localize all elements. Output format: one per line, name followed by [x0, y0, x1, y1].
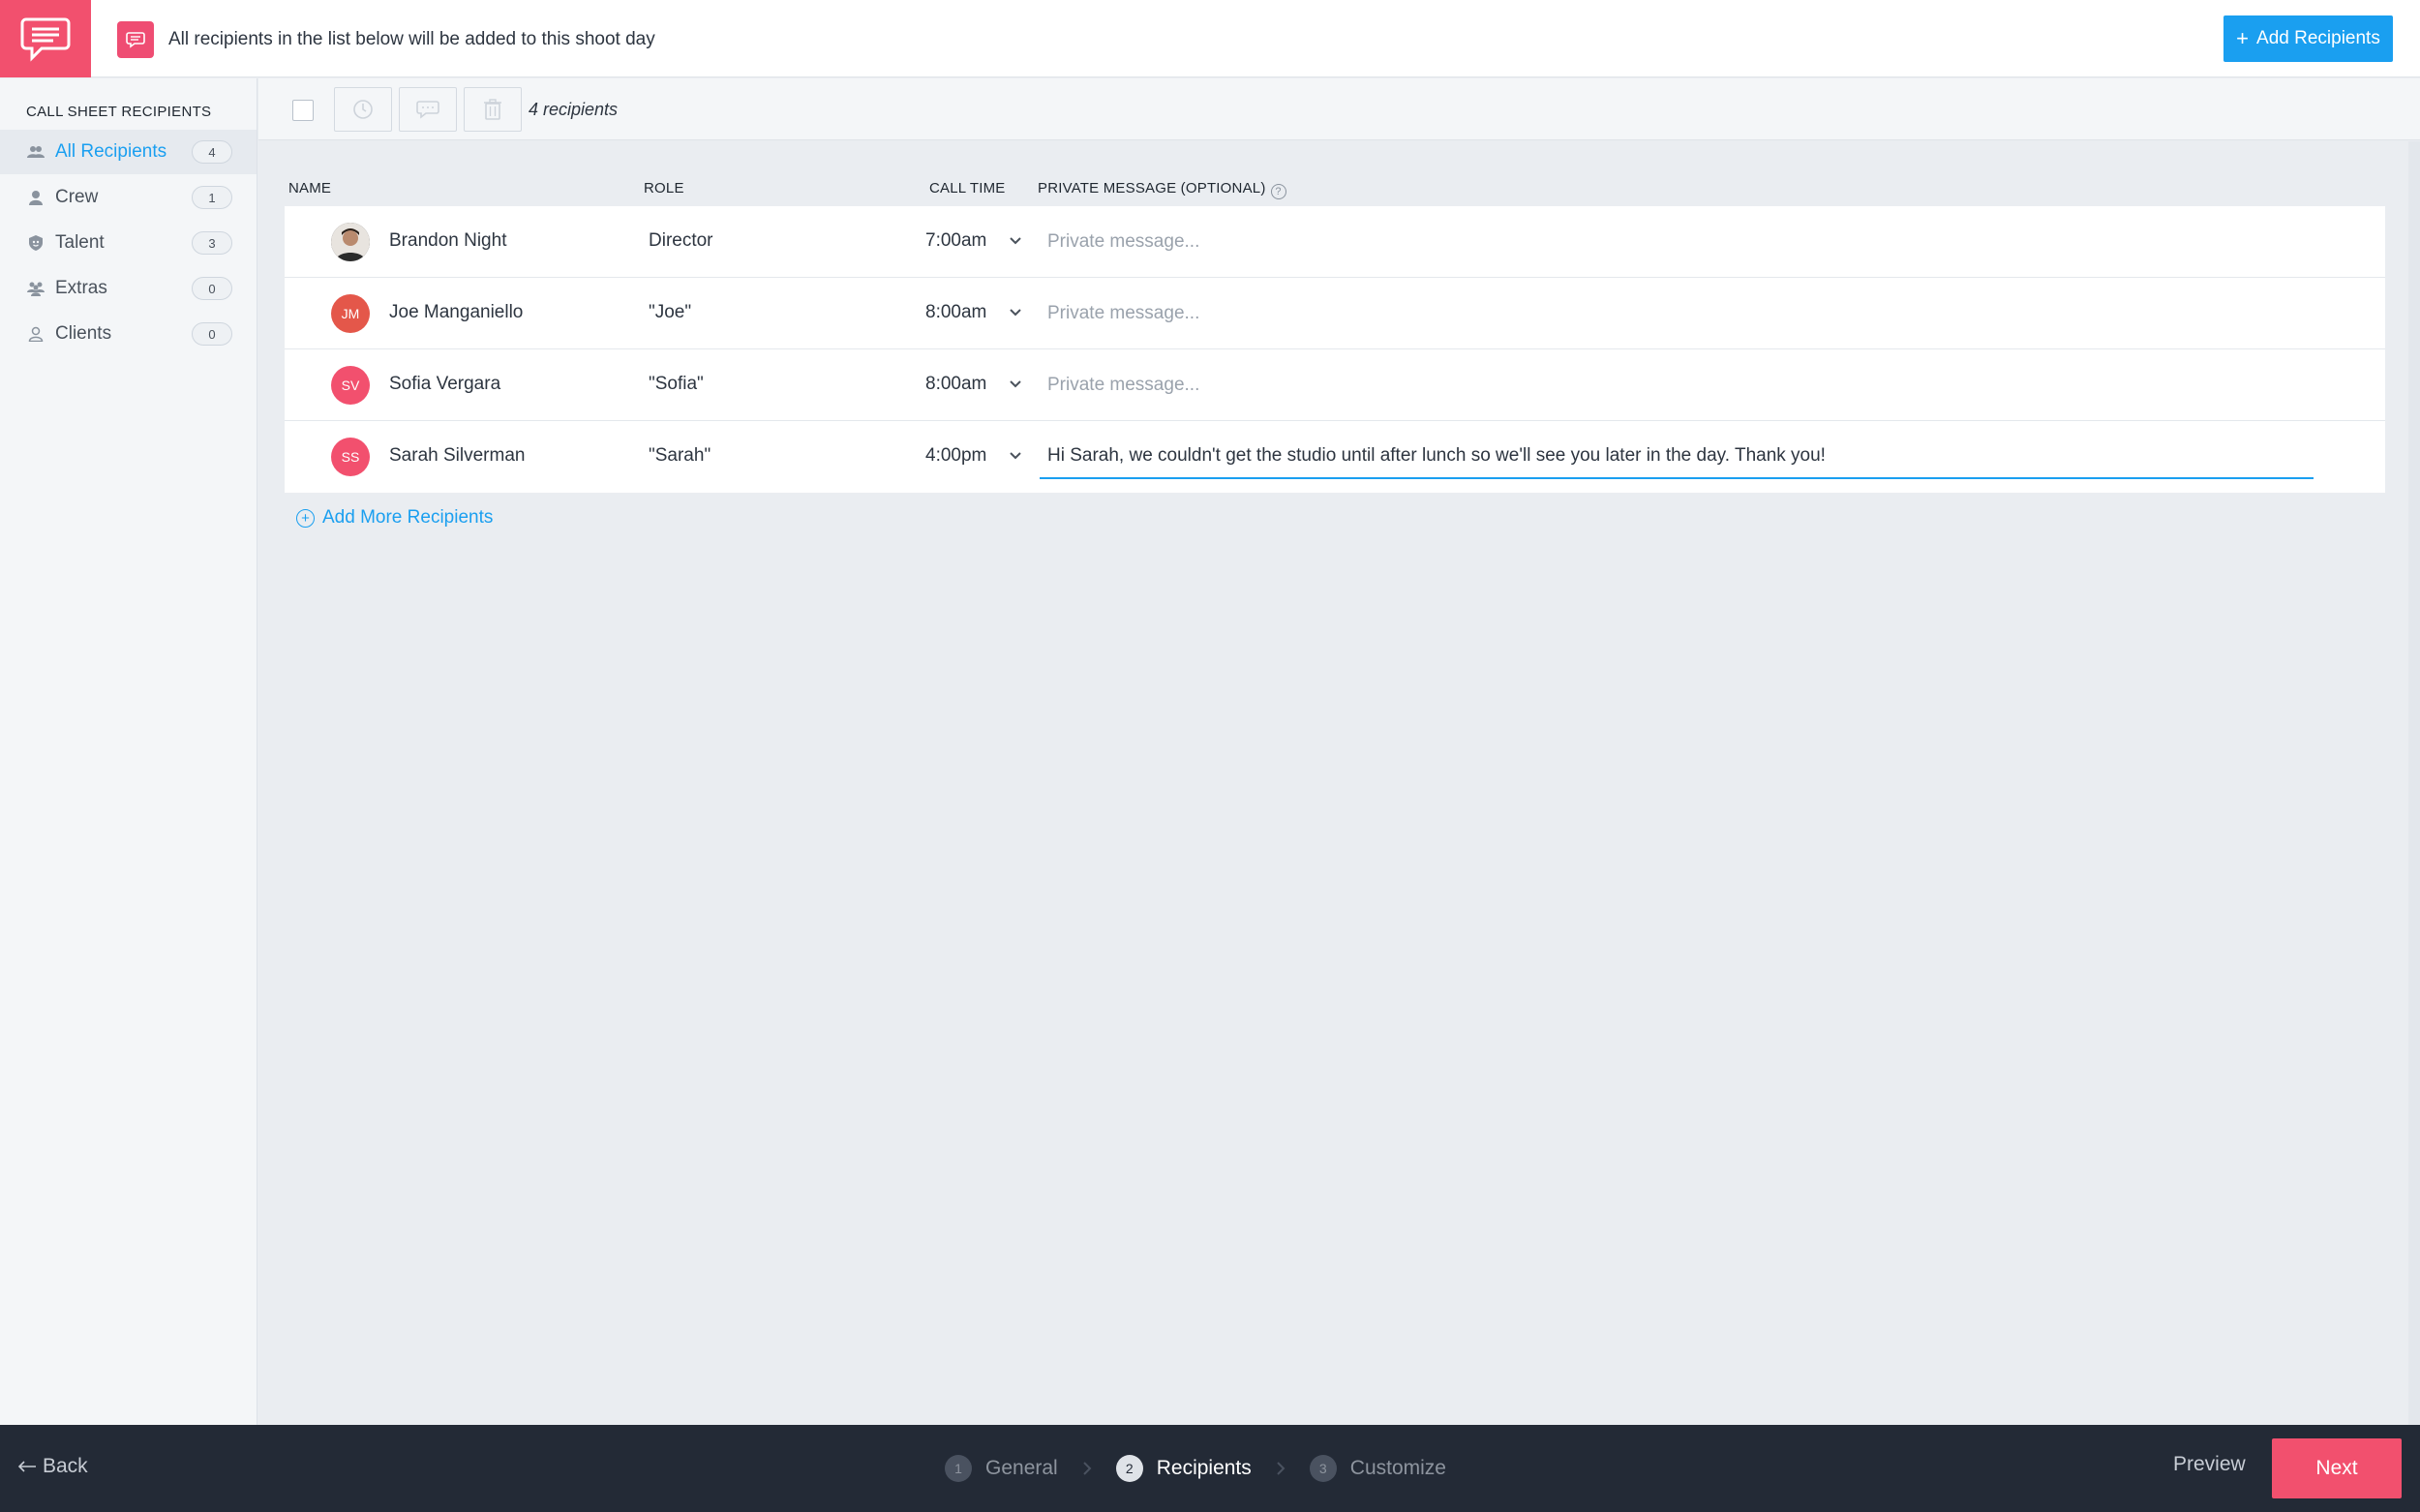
person-icon: [26, 188, 45, 207]
private-message-input[interactable]: [1040, 435, 2314, 479]
step-number: 2: [1115, 1455, 1143, 1482]
step-customize[interactable]: 3 Customize: [1309, 1455, 1446, 1482]
recipient-role: Director: [649, 230, 713, 251]
step-indicator: 1 General 2 Recipients 3 Customize: [945, 1452, 1446, 1485]
avatar: JM: [331, 294, 370, 333]
shield-icon: [26, 233, 45, 253]
recipient-name: Brandon Night: [389, 230, 507, 251]
add-more-recipients-link[interactable]: + Add More Recipients: [296, 507, 493, 529]
select-all-checkbox[interactable]: [292, 100, 314, 121]
clock-icon: [353, 100, 373, 119]
step-recipients[interactable]: 2 Recipients: [1115, 1455, 1252, 1482]
sidebar-item-crew[interactable]: Crew 1: [0, 175, 257, 220]
sidebar-item-clients[interactable]: Clients 0: [0, 312, 257, 356]
table-row: SV Sofia Vergara "Sofia" 8:00am: [285, 349, 2385, 421]
top-bar: All recipients in the list below will be…: [0, 0, 2420, 77]
private-message-input[interactable]: [1040, 220, 2314, 264]
step-number: 1: [945, 1455, 972, 1482]
help-icon[interactable]: ?: [1270, 184, 1286, 199]
main-content: NAME ROLE CALL TIME PRIVATE MESSAGE (OPT…: [258, 141, 2420, 1425]
chevron-down-icon[interactable]: [1007, 304, 1024, 321]
call-time-value[interactable]: 8:00am: [925, 374, 986, 395]
trash-icon: [484, 99, 501, 120]
add-recipients-button[interactable]: + Add Recipients: [2223, 15, 2393, 62]
private-message-input[interactable]: [1040, 291, 2314, 336]
step-label: Recipients: [1156, 1457, 1252, 1479]
column-header-message-label: PRIVATE MESSAGE (OPTIONAL): [1038, 180, 1266, 197]
add-more-label: Add More Recipients: [322, 507, 494, 528]
app-logo[interactable]: [0, 0, 91, 77]
count-badge: 4: [192, 140, 232, 164]
step-label: General: [985, 1457, 1058, 1479]
recipient-role: "Sofia": [649, 374, 704, 394]
sidebar-item-talent[interactable]: Talent 3: [0, 221, 257, 265]
scrollbar[interactable]: [2408, 141, 2420, 1425]
count-badge: 0: [192, 322, 232, 346]
sidebar-item-label: Talent: [55, 232, 105, 253]
add-recipients-label: Add Recipients: [2256, 28, 2380, 48]
recipients-table: Brandon Night Director 7:00am JM Joe Man…: [285, 206, 2385, 493]
sidebar-item-label: All Recipients: [55, 141, 167, 162]
column-header-message: PRIVATE MESSAGE (OPTIONAL)?: [1038, 180, 1286, 199]
sidebar-item-all-recipients[interactable]: All Recipients 4: [0, 130, 257, 174]
recipient-count: 4 recipients: [529, 100, 619, 119]
avatar: SS: [331, 438, 370, 476]
step-label: Customize: [1349, 1457, 1446, 1479]
count-badge: 1: [192, 186, 232, 209]
footer-bar: Back 1 General 2 Recipients 3 Customize …: [0, 1425, 2420, 1512]
recipient-name: Sarah Silverman: [389, 445, 526, 466]
client-icon: [26, 324, 45, 344]
avatar: SV: [331, 366, 370, 405]
step-number: 3: [1309, 1455, 1337, 1482]
chevron-right-icon: [1058, 1462, 1116, 1475]
table-row: Brandon Night Director 7:00am: [285, 206, 2385, 278]
people-icon: [26, 279, 45, 298]
count-badge: 3: [192, 231, 232, 255]
sidebar-item-label: Crew: [55, 187, 99, 207]
notice-chat-icon: [117, 21, 154, 58]
count-badge: 0: [192, 277, 232, 300]
plus-circle-icon: +: [296, 508, 315, 528]
call-time-value[interactable]: 7:00am: [925, 230, 986, 252]
preview-button[interactable]: Preview: [2173, 1453, 2246, 1476]
sidebar-item-extras[interactable]: Extras 0: [0, 266, 257, 311]
set-call-time-button[interactable]: [334, 87, 392, 132]
chevron-right-icon: [1252, 1462, 1310, 1475]
table-row: SS Sarah Silverman "Sarah" 4:00pm: [285, 421, 2385, 493]
chat-bubble-logo-icon: [20, 17, 71, 62]
recipient-name: Joe Manganiello: [389, 302, 524, 322]
private-message-input[interactable]: [1040, 363, 2314, 408]
arrow-left-icon: [17, 1461, 36, 1472]
call-time-value[interactable]: 8:00am: [925, 302, 986, 323]
recipient-role: "Sarah": [649, 445, 711, 466]
back-button[interactable]: Back: [17, 1455, 88, 1478]
sidebar-item-label: Extras: [55, 278, 107, 298]
notice-text: All recipients in the list below will be…: [168, 29, 655, 49]
column-header-name: NAME: [288, 180, 332, 197]
recipient-name: Sofia Vergara: [389, 374, 501, 394]
plus-icon: +: [2236, 26, 2250, 50]
sidebar-item-label: Clients: [55, 323, 112, 344]
message-button[interactable]: [399, 87, 457, 132]
recipients-toolbar: 4 recipients: [258, 78, 2420, 140]
recipient-role: "Joe": [649, 302, 692, 322]
table-row: JM Joe Manganiello "Joe" 8:00am: [285, 278, 2385, 349]
chat-icon: [416, 101, 439, 119]
next-button[interactable]: Next: [2272, 1438, 2402, 1498]
back-label: Back: [43, 1455, 88, 1477]
column-header-role: ROLE: [644, 180, 684, 197]
call-time-value[interactable]: 4:00pm: [925, 445, 986, 467]
table-header: NAME ROLE CALL TIME PRIVATE MESSAGE (OPT…: [285, 180, 2385, 201]
chevron-down-icon[interactable]: [1007, 447, 1024, 465]
step-general[interactable]: 1 General: [945, 1455, 1058, 1482]
chevron-down-icon[interactable]: [1007, 232, 1024, 250]
avatar-photo: [331, 223, 370, 261]
delete-button[interactable]: [464, 87, 522, 132]
sidebar-title: CALL SHEET RECIPIENTS: [26, 104, 212, 120]
avatar: [331, 223, 370, 261]
column-header-call-time: CALL TIME: [929, 180, 1006, 197]
sidebar: CALL SHEET RECIPIENTS All Recipients 4 C…: [0, 78, 257, 1425]
chevron-down-icon[interactable]: [1007, 376, 1024, 393]
group-icon: [26, 142, 45, 162]
